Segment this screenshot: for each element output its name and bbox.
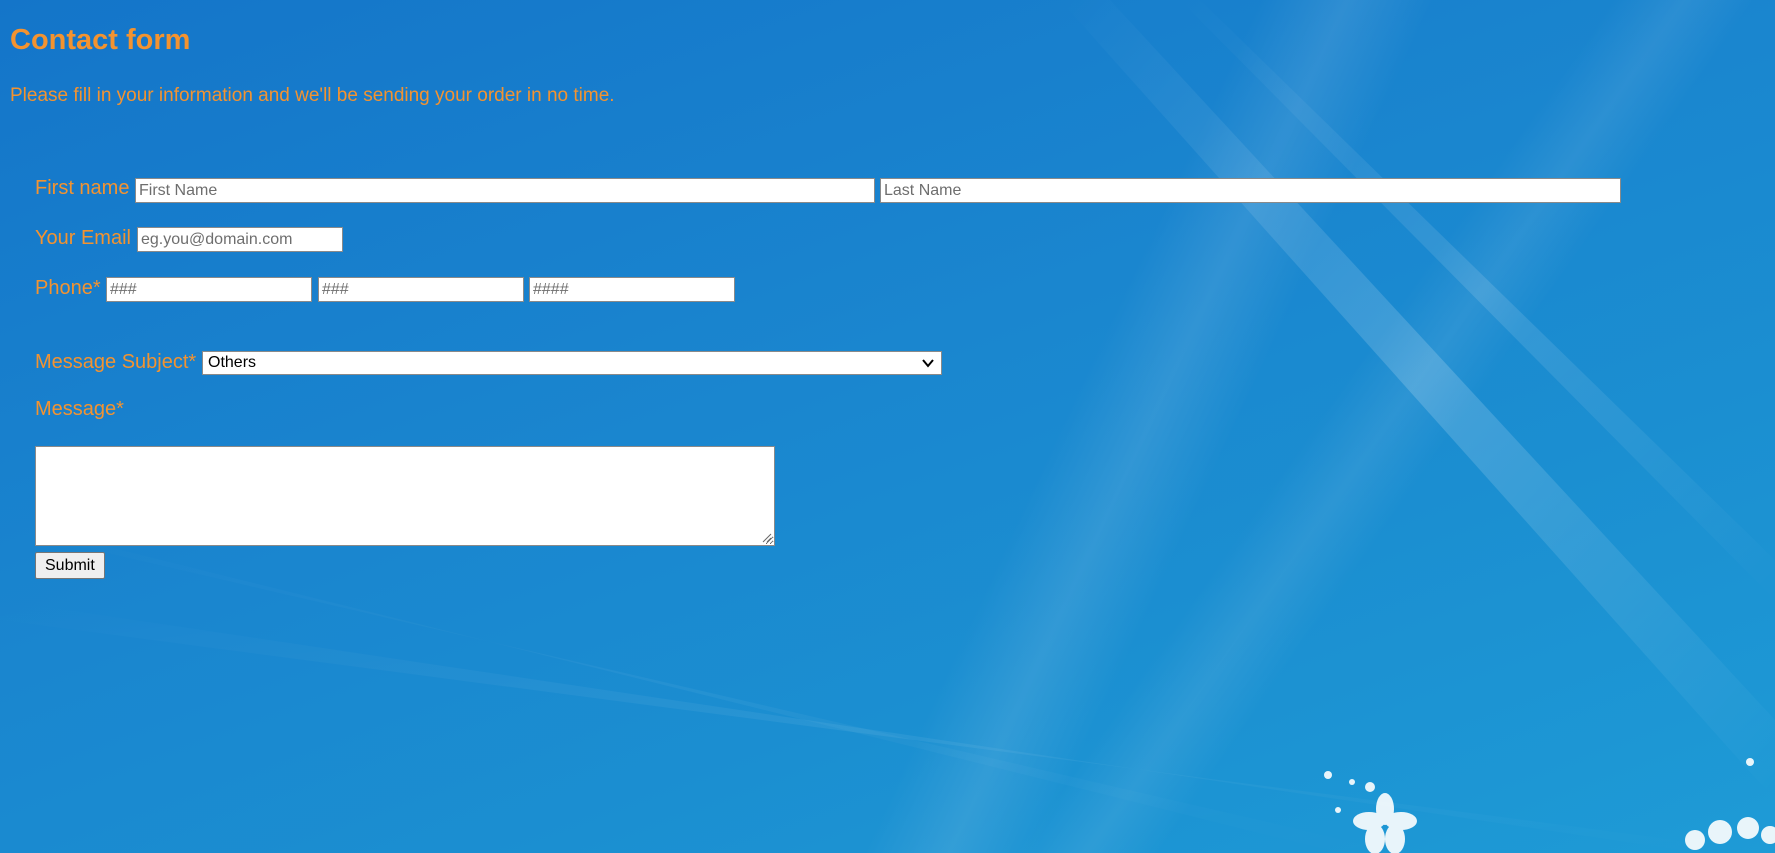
- page-title: Contact form: [10, 24, 191, 56]
- phone-prefix-input[interactable]: [318, 277, 524, 302]
- message-subject-label: Message Subject*: [35, 351, 197, 373]
- email-label: Your Email: [35, 227, 131, 249]
- message-subject-select[interactable]: Others: [202, 351, 942, 375]
- email-input[interactable]: [137, 227, 343, 252]
- message-textarea[interactable]: [35, 446, 775, 546]
- message-label: Message*: [35, 398, 124, 420]
- submit-button[interactable]: Submit: [35, 552, 105, 579]
- resize-grip-icon[interactable]: [760, 531, 772, 543]
- flower-decoration: [1324, 758, 1775, 853]
- phone-label: Phone*: [35, 277, 101, 299]
- phone-line-input[interactable]: [529, 277, 735, 302]
- chevron-down-icon: [922, 359, 934, 368]
- first-name-input[interactable]: [135, 178, 875, 203]
- last-name-input[interactable]: [880, 178, 1621, 203]
- contact-page: Contact form Please fill in your informa…: [0, 0, 1775, 853]
- phone-area-code-input[interactable]: [106, 277, 312, 302]
- message-subject-selected-value: Others: [208, 354, 257, 371]
- first-name-label: First name: [35, 177, 130, 199]
- page-subtitle: Please fill in your information and we'l…: [10, 85, 615, 106]
